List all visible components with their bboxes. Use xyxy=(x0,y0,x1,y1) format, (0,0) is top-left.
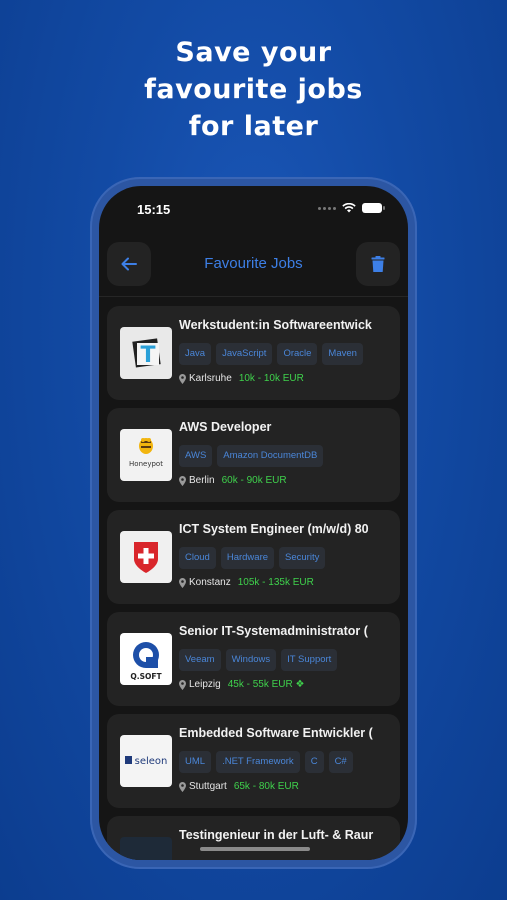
headline-line-3: for later xyxy=(188,111,319,142)
logo-letter: T xyxy=(140,343,155,368)
tag-list: AWS Amazon DocumentDB xyxy=(179,445,324,467)
tag: C# xyxy=(328,751,353,773)
company-logo xyxy=(120,531,172,583)
tag: Amazon DocumentDB xyxy=(217,445,324,467)
tag: Hardware xyxy=(220,547,275,569)
company-logo: Q.SOFT xyxy=(120,633,172,685)
location-pin-icon xyxy=(179,577,186,588)
job-city: Konstanz xyxy=(189,577,231,588)
tag: Java xyxy=(179,343,212,365)
job-meta: Leipzig 45k - 55k EUR ❖ xyxy=(179,679,304,690)
job-meta: Karlsruhe 10k - 10k EUR xyxy=(179,373,304,384)
nav-divider xyxy=(99,296,408,297)
job-card[interactable]: Testingenieur in der Luft- & Raur xyxy=(107,816,400,860)
headline-line-2: favourite jobs xyxy=(144,74,363,105)
tag: Security xyxy=(279,547,326,569)
cellular-icon xyxy=(318,206,336,210)
job-city: Leipzig xyxy=(189,679,221,690)
logo-text: seleon xyxy=(135,756,168,767)
tag: IT Support xyxy=(281,649,338,671)
logo-text: Q.SOFT xyxy=(130,672,162,681)
job-meta: Stuttgart 65k - 80k EUR xyxy=(179,781,299,792)
job-title: Werkstudent:in Softwareentwick xyxy=(179,318,372,332)
job-meta: Berlin 60k - 90k EUR xyxy=(179,475,287,486)
tag: .NET Framework xyxy=(216,751,300,773)
status-icons xyxy=(318,203,385,213)
location-pin-icon xyxy=(179,781,186,792)
tag: Cloud xyxy=(179,547,216,569)
company-logo: seleon xyxy=(120,735,172,787)
job-card[interactable]: ICT System Engineer (m/w/d) 80 Cloud Har… xyxy=(107,510,400,604)
job-card[interactable]: Q.SOFT Senior IT-Systemadministrator ( V… xyxy=(107,612,400,706)
tag: Oracle xyxy=(277,343,318,365)
job-title: Senior IT-Systemadministrator ( xyxy=(179,624,368,638)
job-card[interactable]: T Werkstudent:in Softwareentwick Java Ja… xyxy=(107,306,400,400)
tag-list: Cloud Hardware Security xyxy=(179,547,326,569)
job-title: ICT System Engineer (m/w/d) 80 xyxy=(179,522,369,536)
logo-text: Honeypot xyxy=(129,460,163,468)
job-salary: 65k - 80k EUR xyxy=(233,781,299,792)
tag-list: Veeam Windows IT Support xyxy=(179,649,338,671)
job-meta: Konstanz 105k - 135k EUR xyxy=(179,577,314,588)
tag: Maven xyxy=(322,343,363,365)
status-bar: 15:15 xyxy=(99,186,408,232)
wifi-icon xyxy=(342,203,356,213)
job-city: Karlsruhe xyxy=(189,373,232,384)
job-title: Testingenieur in der Luft- & Raur xyxy=(179,828,374,842)
tag-list: UML .NET Framework C C# xyxy=(179,751,353,773)
home-indicator[interactable] xyxy=(200,847,310,851)
phone-screen: 15:15 Favourite Jobs T Werkstudent:in So… xyxy=(99,186,408,860)
tag: AWS xyxy=(179,445,213,467)
tag: UML xyxy=(179,751,212,773)
nav-bar: Favourite Jobs xyxy=(99,242,408,286)
swiss-cross-icon xyxy=(134,542,158,573)
tag: Windows xyxy=(225,649,277,671)
location-pin-icon xyxy=(179,373,186,384)
job-salary: 105k - 135k EUR xyxy=(237,577,314,588)
company-logo: T xyxy=(120,327,172,379)
job-salary: 45k - 55k EUR ❖ xyxy=(227,679,305,690)
job-city: Berlin xyxy=(189,475,215,486)
job-salary: 10k - 10k EUR xyxy=(238,373,304,384)
company-logo: Honeypot xyxy=(120,429,172,481)
tag: JavaScript xyxy=(216,343,273,365)
battery-icon xyxy=(362,203,385,213)
headline: Save your favourite jobs for later xyxy=(0,34,507,145)
tag-list: Java JavaScript Oracle Maven xyxy=(179,343,363,365)
tag: Veeam xyxy=(179,649,221,671)
job-title: Embedded Software Entwickler ( xyxy=(179,726,373,740)
job-title: AWS Developer xyxy=(179,420,272,434)
job-city: Stuttgart xyxy=(189,781,227,792)
location-pin-icon xyxy=(179,475,186,486)
job-card[interactable]: seleon Embedded Software Entwickler ( UM… xyxy=(107,714,400,808)
job-card[interactable]: Honeypot AWS Developer AWS Amazon Docume… xyxy=(107,408,400,502)
tag: C xyxy=(304,751,324,773)
location-pin-icon xyxy=(179,679,186,690)
trash-icon xyxy=(371,255,385,272)
headline-line-1: Save your xyxy=(175,37,332,68)
job-salary: 60k - 90k EUR xyxy=(221,475,287,486)
company-logo xyxy=(120,837,172,860)
status-time: 15:15 xyxy=(137,202,171,217)
delete-all-button[interactable] xyxy=(356,242,400,286)
